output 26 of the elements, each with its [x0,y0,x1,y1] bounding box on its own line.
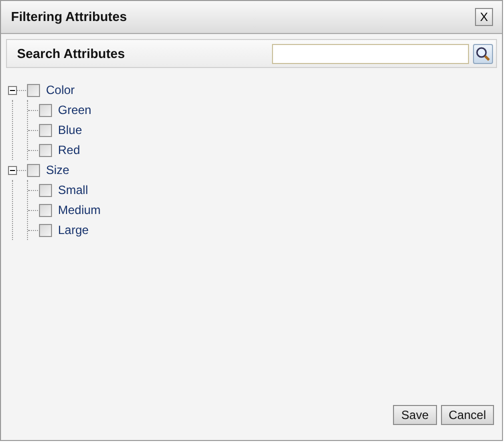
checkbox[interactable] [39,184,52,196]
checkbox[interactable] [27,164,40,176]
checkbox[interactable] [39,124,52,136]
search-field[interactable] [272,44,469,64]
checkbox[interactable] [39,224,52,236]
collapse-icon[interactable] [8,86,17,94]
checkbox[interactable] [39,144,52,156]
search-label: Search Attributes [17,44,125,63]
tree-item[interactable]: Color [46,81,75,99]
search-button[interactable] [473,44,493,64]
window-title: Filtering Attributes [11,8,127,26]
dialog-button[interactable]: Cancel [440,405,494,425]
tree-item[interactable]: Small [58,181,88,199]
tree-item[interactable]: Size [46,161,70,179]
checkbox[interactable] [39,204,52,216]
close-button[interactable]: X [475,8,493,26]
tree-item[interactable]: Blue [58,121,82,139]
tree-item[interactable]: Large [58,221,89,239]
collapse-icon[interactable] [8,166,17,174]
tree-item[interactable]: Medium [58,201,101,219]
checkbox[interactable] [27,84,40,96]
dialog-button[interactable]: Save [393,405,437,425]
checkbox[interactable] [39,104,52,116]
tree-item[interactable]: Green [58,101,92,119]
tree-item[interactable]: Red [58,141,80,159]
search-icon [475,46,491,62]
